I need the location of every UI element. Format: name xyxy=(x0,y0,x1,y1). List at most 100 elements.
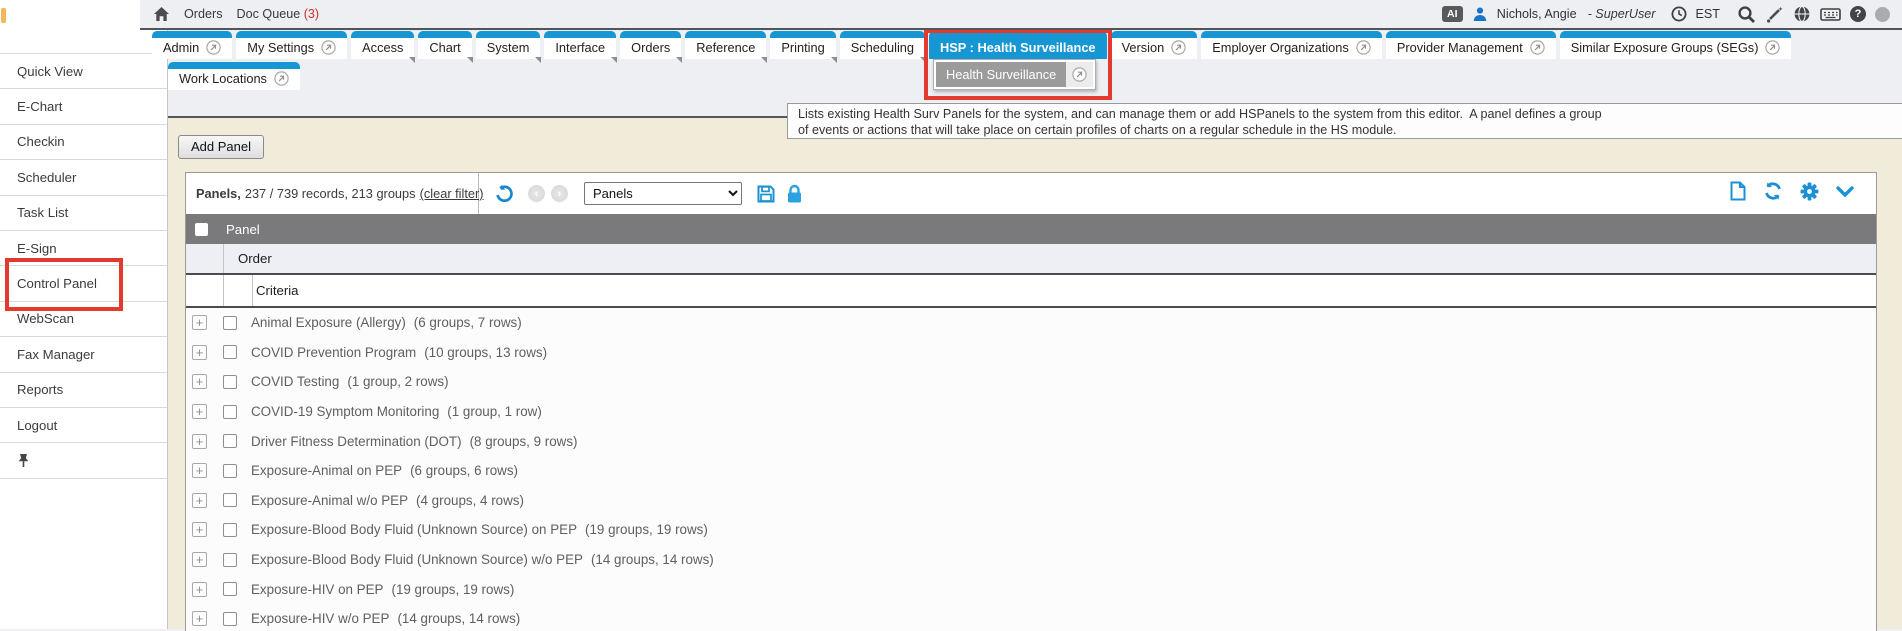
expand-row-icon[interactable]: + xyxy=(192,552,207,567)
table-row[interactable]: +COVID Testing(1 group, 2 rows) xyxy=(186,367,1876,397)
expand-row-icon[interactable]: + xyxy=(192,404,207,419)
doc-queue-count: (3) xyxy=(304,7,319,21)
sidebar-item-webscan[interactable]: WebScan xyxy=(0,302,167,337)
expand-row-icon[interactable]: + xyxy=(192,463,207,478)
tab-version[interactable]: Version xyxy=(1111,31,1198,59)
sidebar-item-control-panel[interactable]: Control Panel xyxy=(0,266,167,301)
expand-row-icon[interactable]: + xyxy=(192,611,207,626)
view-select[interactable]: Panels xyxy=(584,182,742,205)
lock-icon[interactable] xyxy=(786,184,803,204)
sidebar-item-label: Task List xyxy=(17,205,68,220)
tab-provider-management[interactable]: Provider Management xyxy=(1386,31,1556,59)
clear-filter-link[interactable]: (clear filter) xyxy=(420,186,484,201)
tab-label: HSP : Health Surveillance xyxy=(940,40,1096,55)
expand-row-icon[interactable]: + xyxy=(192,582,207,597)
ai-badge[interactable]: AI xyxy=(1442,6,1463,22)
expand-row-icon[interactable]: + xyxy=(192,374,207,389)
home-icon[interactable] xyxy=(153,6,170,22)
sidebar-item-logout[interactable]: Logout xyxy=(0,408,167,443)
row-checkbox[interactable] xyxy=(223,375,237,389)
tab-orders[interactable]: Orders xyxy=(620,31,681,59)
panel-name: Exposure-Animal w/o PEP xyxy=(251,493,408,508)
gear-icon[interactable] xyxy=(1800,182,1819,206)
breadcrumb-orders[interactable]: Orders xyxy=(184,7,223,21)
row-checkbox[interactable] xyxy=(223,493,237,507)
pushpin-icon xyxy=(17,453,30,468)
table-row[interactable]: +Exposure-Blood Body Fluid (Unknown Sour… xyxy=(186,545,1876,575)
tab-printing[interactable]: Printing xyxy=(770,31,835,59)
wand-icon[interactable] xyxy=(1765,5,1784,24)
table-row[interactable]: +Exposure-Animal w/o PEP(4 groups, 4 row… xyxy=(186,486,1876,516)
tab-chart[interactable]: Chart xyxy=(418,31,471,59)
tab-admin[interactable]: Admin xyxy=(152,31,232,59)
tooltip-line2: of events or actions that will take plac… xyxy=(798,122,1902,138)
expand-row-icon[interactable]: + xyxy=(192,522,207,537)
select-all-checkbox[interactable] xyxy=(195,223,208,236)
expand-row-icon[interactable]: + xyxy=(192,493,207,508)
expand-row-icon[interactable]: + xyxy=(192,315,207,330)
table-row[interactable]: +Driver Fitness Determination (DOT)(8 gr… xyxy=(186,426,1876,456)
tab-interface[interactable]: Interface xyxy=(544,31,616,59)
table-row[interactable]: +Animal Exposure (Allergy)(6 groups, 7 r… xyxy=(186,308,1876,338)
nav-back-button[interactable]: ‹ xyxy=(528,185,545,202)
sidebar-item-checkin[interactable]: Checkin xyxy=(0,125,167,160)
criteria-column-header: Criteria xyxy=(186,283,299,298)
table-row[interactable]: +COVID-19 Symptom Monitoring(1 group, 1 … xyxy=(186,397,1876,427)
chevron-down-icon[interactable] xyxy=(1836,185,1854,203)
row-checkbox[interactable] xyxy=(223,553,237,567)
breadcrumb-doc-queue[interactable]: Doc Queue (3) xyxy=(237,7,320,21)
tab-access[interactable]: Access xyxy=(351,31,414,59)
row-checkbox[interactable] xyxy=(223,464,237,478)
sidebar-item-task-list[interactable]: Task List xyxy=(0,196,167,231)
undo-icon[interactable] xyxy=(494,184,514,204)
grid-action-icons xyxy=(1730,181,1854,206)
row-checkbox[interactable] xyxy=(223,434,237,448)
sidebar-item-label: E-Sign xyxy=(17,241,57,256)
table-row[interactable]: +COVID Prevention Program(10 groups, 13 … xyxy=(186,338,1876,368)
new-record-icon[interactable] xyxy=(1730,181,1746,206)
user-name[interactable]: Nichols, Angie xyxy=(1497,7,1577,21)
add-panel-button[interactable]: Add Panel xyxy=(178,135,264,159)
table-row[interactable]: +Exposure-Blood Body Fluid (Unknown Sour… xyxy=(186,515,1876,545)
table-row[interactable]: +Exposure-Animal on PEP(6 groups, 6 rows… xyxy=(186,456,1876,486)
row-checkbox[interactable] xyxy=(223,582,237,596)
sidebar-item-e-sign[interactable]: E-Sign xyxy=(0,231,167,266)
refresh-icon[interactable] xyxy=(1763,181,1783,206)
external-link-icon xyxy=(1765,40,1780,55)
table-row[interactable]: +Exposure-HIV on PEP(19 groups, 19 rows) xyxy=(186,574,1876,604)
row-checkbox[interactable] xyxy=(223,612,237,626)
sidebar: Quick ViewE-ChartCheckinScheduler Task Li… xyxy=(0,0,168,629)
expand-row-icon[interactable]: + xyxy=(192,434,207,449)
sidebar-item-fax-manager[interactable]: Fax Manager xyxy=(0,337,167,372)
tab-reference[interactable]: Reference xyxy=(685,31,766,59)
tab-scheduling[interactable]: Scheduling xyxy=(840,31,925,59)
search-icon[interactable] xyxy=(1737,5,1756,24)
tab-hsp-health-surveillance[interactable]: HSP : Health Surveillance xyxy=(929,31,1107,59)
expand-row-icon[interactable]: + xyxy=(192,345,207,360)
sidebar-item-scheduler[interactable]: Scheduler xyxy=(0,160,167,195)
nav-forward-button[interactable]: › xyxy=(551,185,568,202)
menu-item-health-surveillance[interactable]: Health Surveillance xyxy=(936,62,1066,87)
row-checkbox[interactable] xyxy=(223,345,237,359)
row-checkbox[interactable] xyxy=(223,316,237,330)
timezone-label: EST xyxy=(1696,7,1721,21)
external-link-icon[interactable] xyxy=(1066,62,1093,87)
topbar: Orders Doc Queue (3) AI Nichols, Angie -… xyxy=(140,0,1902,30)
row-checkbox[interactable] xyxy=(223,405,237,419)
keyboard-icon[interactable] xyxy=(1820,7,1841,22)
sidebar-pin-row[interactable] xyxy=(0,443,167,478)
tab-employer-organizations[interactable]: Employer Organizations xyxy=(1201,31,1382,59)
save-icon[interactable] xyxy=(756,184,776,204)
globe-icon[interactable] xyxy=(1793,5,1811,23)
sidebar-item-reports[interactable]: Reports xyxy=(0,373,167,408)
tab-label: Version xyxy=(1122,40,1165,55)
tab-work-locations[interactable]: Work Locations xyxy=(168,62,300,90)
row-checkbox[interactable] xyxy=(223,523,237,537)
tab-similar-exposure-groups-segs[interactable]: Similar Exposure Groups (SEGs) xyxy=(1560,31,1792,59)
tab-system[interactable]: System xyxy=(476,31,541,59)
help-icon[interactable]: ? xyxy=(1850,6,1866,22)
tab-my-settings[interactable]: My Settings xyxy=(236,31,347,59)
sidebar-item-quick-view[interactable]: Quick View xyxy=(0,54,167,89)
table-row[interactable]: +Exposure-HIV w/o PEP(14 groups, 14 rows… xyxy=(186,604,1876,631)
sidebar-item-e-chart[interactable]: E-Chart xyxy=(0,89,167,124)
